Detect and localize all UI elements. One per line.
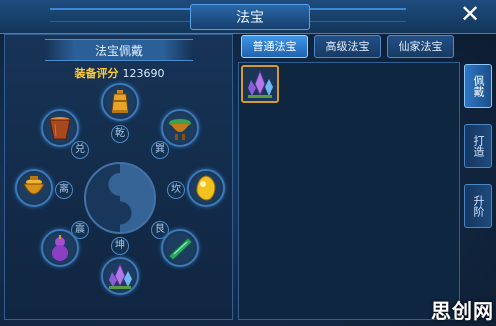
equip-slot-zhen[interactable] bbox=[41, 229, 79, 267]
brown-cup-icon bbox=[49, 117, 71, 140]
trigram-dui: 兑 bbox=[71, 141, 89, 159]
inventory-panel bbox=[238, 62, 460, 320]
gourd-icon bbox=[52, 235, 68, 261]
tab-advanced-treasure[interactable]: 高级法宝 bbox=[314, 35, 381, 58]
inventory-item-slot[interactable] bbox=[241, 65, 279, 103]
trigram-kan: 坎 bbox=[167, 181, 185, 199]
equip-score-value: 123690 bbox=[122, 67, 165, 80]
title-bar: 法宝 ✕ bbox=[0, 0, 496, 34]
crystal-cluster-icon bbox=[109, 262, 132, 289]
yin-yang-icon bbox=[84, 162, 156, 234]
treasure-window: 法宝 ✕ 法宝佩戴 装备评分 123690 乾 巽 坎 艮 坤 震 离 兑 普通… bbox=[0, 0, 496, 326]
watermark-text: 思创网 bbox=[431, 299, 494, 323]
equip-slot-li[interactable] bbox=[15, 169, 53, 207]
cauldron-icon bbox=[169, 119, 191, 140]
golden-pot-icon bbox=[23, 176, 45, 195]
equip-slot-gen[interactable] bbox=[161, 229, 199, 267]
equip-panel: 法宝佩戴 装备评分 123690 乾 巽 坎 艮 坤 震 离 兑 bbox=[4, 34, 233, 320]
equip-slot-xun[interactable] bbox=[161, 109, 199, 147]
title-ornament-left bbox=[50, 8, 200, 22]
equip-score-label: 装备评分 bbox=[74, 67, 119, 80]
close-icon[interactable]: ✕ bbox=[458, 2, 482, 28]
side-tab-wear[interactable]: 佩戴 bbox=[464, 64, 492, 108]
side-tab-upgrade[interactable]: 升阶 bbox=[464, 184, 492, 228]
equip-slot-qian[interactable] bbox=[101, 83, 139, 121]
tab-normal-treasure[interactable]: 普通法宝 bbox=[241, 35, 308, 58]
trigram-qian: 乾 bbox=[111, 125, 129, 143]
side-tab-forge[interactable]: 打造 bbox=[464, 124, 492, 168]
equip-panel-title: 法宝佩戴 bbox=[45, 39, 193, 61]
gem-orb-icon bbox=[196, 175, 216, 201]
crystal-cluster-icon bbox=[248, 69, 273, 98]
trigram-xun: 巽 bbox=[151, 141, 169, 159]
bell-icon bbox=[111, 90, 129, 113]
tab-immortal-treasure[interactable]: 仙家法宝 bbox=[387, 35, 454, 58]
trigram-li: 离 bbox=[55, 181, 73, 199]
equip-slot-kun[interactable] bbox=[101, 257, 139, 295]
jade-tablet-icon bbox=[168, 237, 193, 261]
equip-slot-dui[interactable] bbox=[41, 109, 79, 147]
equip-slot-kan[interactable] bbox=[187, 169, 225, 207]
equip-score: 装备评分 123690 bbox=[5, 65, 234, 81]
window-title: 法宝 bbox=[190, 4, 310, 30]
trigram-kun: 坤 bbox=[111, 237, 129, 255]
